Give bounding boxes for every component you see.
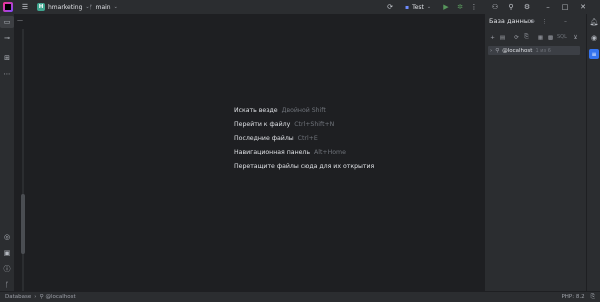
debug-icon[interactable]: ✲ — [455, 2, 465, 12]
tip-shortcut: Ctrl+E — [297, 135, 318, 142]
structure-icon[interactable]: ⊞ — [0, 52, 14, 64]
project-badge: H — [37, 3, 45, 11]
run-config-name: Test — [412, 3, 424, 11]
grid-icon[interactable]: ▩ — [546, 33, 555, 42]
notifications-icon[interactable]: 🔔︎ — [587, 16, 600, 28]
search-icon[interactable]: ⚲ — [506, 2, 516, 12]
maximize-icon[interactable]: □ — [560, 2, 570, 12]
filter-icon[interactable]: ⊻ — [571, 33, 580, 42]
run-icon[interactable]: ▶ — [441, 2, 451, 12]
app-logo[interactable] — [3, 2, 13, 12]
run-config-selector[interactable]: ▪ Test ⌄ — [405, 0, 431, 14]
sql-console-button[interactable]: SQL — [557, 34, 567, 40]
close-icon[interactable]: ✕ — [578, 2, 588, 12]
chevron-down-icon: ⌄ — [113, 4, 118, 10]
branch-name: main — [95, 3, 111, 11]
tip-label: Искать везде — [234, 107, 278, 114]
minimize-icon[interactable]: – — [543, 2, 553, 12]
tip-navigation-bar: Навигационная панель Alt+Home — [234, 149, 346, 156]
expand-arrow-icon[interactable]: › — [490, 48, 492, 54]
left-tool-strip: ▭ ⊸ ⊞ ⋯ ◎ ▣ ⓘ ᚴ — [0, 14, 14, 291]
options-icon[interactable]: ⋮ — [540, 17, 549, 26]
hide-panel-icon[interactable]: – — [561, 17, 570, 26]
status-bar: Database › ⚲ @localhost PHP: 8.2 ⎘ — [0, 291, 600, 302]
add-icon[interactable]: ⊕ — [528, 17, 537, 26]
title-bar: ☰ H hmarketing ⌄ ᚠ main ⌄ ⟳ ▪ Test ⌄ ▶ ✲… — [0, 0, 600, 14]
main-menu-icon[interactable]: ☰ — [20, 2, 30, 12]
project-folder-icon[interactable]: ▭ — [0, 16, 14, 28]
lock-icon[interactable]: ⎘ — [591, 294, 595, 301]
more-tools-icon[interactable]: ⋯ — [0, 68, 14, 80]
db-node-count: 1 из 6 — [535, 47, 551, 54]
tip-search-everywhere: Искать везде Двойной Shift — [234, 107, 326, 114]
datasource-icon: ⚲ — [495, 47, 500, 54]
php-run-icon: ▪ — [405, 3, 410, 11]
breadcrumb-separator: › — [34, 294, 37, 300]
tip-label: Последние файлы — [234, 135, 294, 142]
code-with-me-icon[interactable]: ⚇ — [490, 2, 500, 12]
tip-label: Перейти к файлу — [234, 121, 291, 128]
tip-shortcut: Двойной Shift — [281, 107, 326, 114]
tip-recent-files: Последние файлы Ctrl+E — [234, 135, 318, 142]
scrollbar-thumb[interactable] — [21, 194, 25, 254]
breadcrumb-root[interactable]: Database — [5, 294, 31, 300]
breadcrumb-node-icon: ⚲ — [39, 294, 44, 300]
services-icon[interactable]: ◎ — [0, 231, 14, 243]
database-tool-icon[interactable]: ≡ — [589, 49, 599, 59]
branch-selector[interactable]: ᚠ main ⌄ — [89, 0, 118, 14]
table-view-icon[interactable]: ▦ — [536, 33, 545, 42]
tip-label: Навигационная панель — [234, 149, 311, 156]
git-branch-icon: ᚠ — [89, 3, 93, 11]
update-icon[interactable]: ⟳ — [385, 2, 395, 12]
tip-drop-files: Перетащите файлы сюда для их открытия — [234, 163, 374, 170]
project-selector[interactable]: H hmarketing ⌄ — [37, 0, 90, 14]
db-node-label: @localhost — [502, 47, 533, 54]
scrollbar[interactable] — [20, 29, 26, 291]
ai-assistant-icon[interactable]: ◉ — [587, 32, 600, 44]
tip-shortcut: Alt+Home — [314, 149, 346, 156]
new-icon[interactable]: + — [488, 33, 497, 42]
refresh-icon[interactable]: ⟳ — [512, 33, 521, 42]
database-panel — [484, 14, 587, 291]
more-actions-icon[interactable]: ⋮ — [469, 2, 479, 12]
git-icon[interactable]: ᚴ — [0, 279, 14, 291]
right-tool-strip: 🔔︎ ◉ ≡ — [586, 14, 600, 291]
chevron-down-icon: ⌄ — [426, 4, 432, 10]
collapse-panel-button[interactable]: — — [17, 17, 23, 24]
database-panel-title: База данных — [489, 17, 533, 25]
tip-go-to-file: Перейти к файлу Ctrl+Shift+N — [234, 121, 334, 128]
terminal-icon[interactable]: ▣ — [0, 247, 14, 259]
jump-to-console-icon[interactable]: ⎘ — [522, 33, 531, 42]
problems-icon[interactable]: ⓘ — [0, 263, 14, 275]
db-tree-node[interactable]: › ⚲ @localhost 1 из 6 — [488, 46, 580, 55]
php-version[interactable]: PHP: 8.2 — [561, 294, 584, 300]
tip-shortcut: Ctrl+Shift+N — [294, 121, 335, 128]
project-name: hmarketing — [48, 3, 83, 11]
tip-label: Перетащите файлы сюда для их открытия — [234, 163, 375, 170]
breadcrumb-node[interactable]: @localhost — [45, 294, 75, 300]
settings-gear-icon[interactable]: ⚙ — [522, 2, 532, 12]
commit-icon[interactable]: ⊸ — [0, 32, 14, 44]
data-source-properties-icon[interactable]: ▤ — [498, 33, 507, 42]
